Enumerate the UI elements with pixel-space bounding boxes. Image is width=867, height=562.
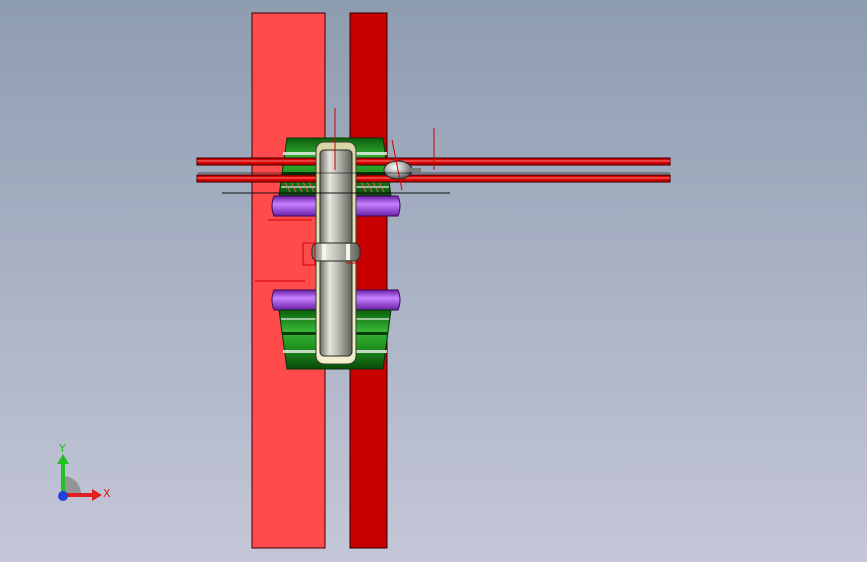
x-axis-head: [92, 489, 102, 501]
model-canvas[interactable]: [0, 0, 867, 562]
y-axis-head: [57, 454, 69, 464]
coordinate-triad: Y X: [50, 440, 120, 510]
cad-viewport[interactable]: Y X: [0, 0, 867, 562]
triad-arc: [63, 476, 81, 494]
z-axis-dot: [58, 491, 68, 501]
x-axis-label: X: [103, 487, 111, 500]
carrier-shaft[interactable]: [311, 141, 361, 365]
y-axis-label: Y: [59, 442, 66, 455]
